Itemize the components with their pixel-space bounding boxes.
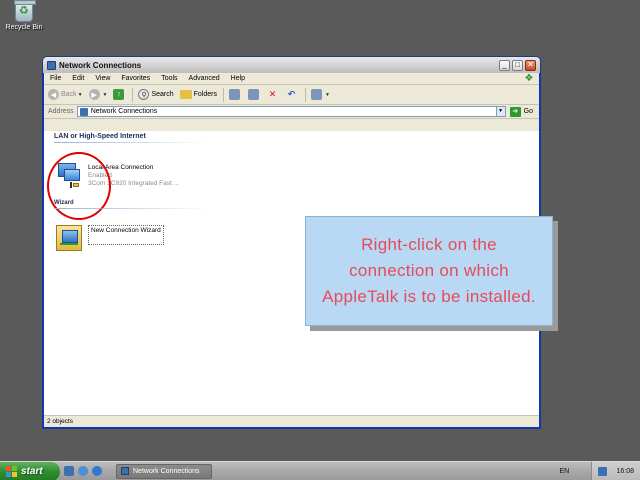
address-value: Network Connections bbox=[90, 108, 158, 115]
menu-advanced[interactable]: Advanced bbox=[189, 75, 220, 82]
views-icon bbox=[311, 89, 322, 100]
toolbar-separator bbox=[132, 87, 134, 102]
folders-label: Folders bbox=[193, 91, 217, 98]
status-text: 2 objects bbox=[47, 418, 74, 425]
taskbar: start Network Connections EN 16:08 bbox=[0, 461, 640, 480]
menu-favorites[interactable]: Favorites bbox=[121, 75, 150, 82]
window-body: File Edit View Favorites Tools Advanced … bbox=[44, 73, 553, 427]
search-button[interactable]: ⚲ Search bbox=[138, 89, 174, 100]
menu-file[interactable]: File bbox=[50, 75, 61, 82]
maximize-button[interactable]: □ bbox=[512, 59, 523, 71]
delete-button[interactable]: ✕ bbox=[267, 89, 280, 100]
clock[interactable]: 16:08 bbox=[616, 468, 634, 475]
window-titlebar[interactable]: Network Connections _ □ ✕ bbox=[43, 57, 540, 73]
search-label: Search bbox=[151, 91, 174, 98]
forward-button[interactable]: ▶ ▼ bbox=[88, 89, 108, 100]
address-bar: Address Network Connections ▼ ➜ Go bbox=[44, 105, 539, 119]
undo-button[interactable]: ↶ bbox=[286, 89, 299, 100]
taskbar-button-label: Network Connections bbox=[133, 467, 200, 475]
go-arrow-icon: ➜ bbox=[509, 106, 521, 117]
forward-dropdown-icon: ▼ bbox=[102, 91, 108, 98]
back-button[interactable]: ◀ Back ▼ bbox=[48, 89, 83, 100]
back-dropdown-icon: ▼ bbox=[77, 91, 83, 98]
status-bar: 2 objects bbox=[44, 415, 539, 427]
start-button[interactable]: start bbox=[0, 461, 60, 480]
back-arrow-icon: ◀ bbox=[48, 89, 59, 100]
group-divider bbox=[54, 142, 209, 143]
windows-flag-icon bbox=[6, 465, 17, 477]
group-divider bbox=[54, 208, 209, 209]
wizard-name: New Connection Wizard bbox=[88, 225, 164, 245]
address-label: Address bbox=[48, 108, 74, 115]
go-label: Go bbox=[523, 108, 533, 115]
media-player-icon[interactable] bbox=[92, 466, 102, 476]
network-tray-icon[interactable] bbox=[598, 466, 608, 476]
windows-logo-icon: ❖ bbox=[524, 73, 534, 84]
menu-help[interactable]: Help bbox=[231, 75, 245, 82]
undo-icon: ↶ bbox=[287, 89, 296, 99]
group-header-wizard: Wizard bbox=[54, 200, 74, 206]
recycle-bin-label: Recycle Bin bbox=[5, 24, 43, 31]
up-folder-button[interactable]: ↑ bbox=[113, 89, 126, 100]
minimize-button[interactable]: _ bbox=[499, 59, 510, 71]
start-label: start bbox=[21, 465, 43, 477]
notification-area: 16:08 bbox=[591, 461, 640, 480]
annotation-circle bbox=[47, 152, 111, 220]
system-tray: EN 16:08 bbox=[559, 461, 640, 480]
menu-view[interactable]: View bbox=[95, 75, 110, 82]
network-connections-icon bbox=[121, 467, 129, 475]
quick-launch bbox=[64, 466, 106, 476]
move-to-icon bbox=[229, 89, 240, 100]
taskbar-button-network-connections[interactable]: Network Connections bbox=[116, 463, 212, 479]
group-header-lan: LAN or High-Speed Internet bbox=[54, 133, 146, 140]
forward-arrow-icon: ▶ bbox=[88, 89, 100, 100]
move-to-button[interactable] bbox=[229, 89, 242, 100]
folders-button[interactable]: Folders bbox=[179, 90, 217, 99]
menu-tools[interactable]: Tools bbox=[161, 75, 177, 82]
menu-edit[interactable]: Edit bbox=[72, 75, 84, 82]
copy-to-button[interactable] bbox=[248, 89, 261, 100]
toolbar: ◀ Back ▼ ▶ ▼ ↑ ⚲ Search Folders ✕ ↶ ▼ bbox=[44, 85, 539, 105]
new-connection-wizard-item[interactable]: New Connection Wizard bbox=[56, 225, 164, 251]
views-dropdown-icon: ▼ bbox=[325, 91, 330, 98]
close-button[interactable]: ✕ bbox=[525, 59, 536, 71]
wizard-icon bbox=[56, 225, 82, 251]
toolbar-separator bbox=[305, 87, 306, 102]
search-icon: ⚲ bbox=[138, 89, 150, 100]
recycle-bin-desktop-icon[interactable]: Recycle Bin bbox=[4, 0, 44, 31]
window-title: Network Connections bbox=[59, 60, 142, 70]
language-indicator[interactable]: EN bbox=[559, 468, 573, 475]
network-connections-icon bbox=[79, 107, 88, 116]
copy-to-icon bbox=[248, 89, 259, 100]
instruction-callout: Right-click on the connection on which A… bbox=[305, 216, 553, 326]
show-desktop-icon[interactable] bbox=[64, 466, 74, 476]
address-dropdown-icon[interactable]: ▼ bbox=[495, 107, 505, 116]
network-connections-icon bbox=[47, 60, 56, 70]
file-list-pane: LAN or High-Speed Internet Local Area Co… bbox=[44, 131, 553, 415]
folders-icon bbox=[179, 90, 192, 99]
up-folder-icon: ↑ bbox=[113, 89, 125, 100]
go-button[interactable]: ➜ Go bbox=[509, 106, 533, 117]
views-button[interactable]: ▼ bbox=[311, 89, 330, 100]
internet-explorer-icon[interactable] bbox=[78, 466, 88, 476]
delete-icon: ✕ bbox=[268, 89, 277, 99]
instruction-text: Right-click on the connection on which A… bbox=[322, 235, 536, 306]
network-connections-window: Network Connections _ □ ✕ File Edit View… bbox=[42, 56, 553, 429]
menubar: File Edit View Favorites Tools Advanced … bbox=[44, 73, 539, 85]
recycle-bin-icon bbox=[14, 0, 36, 22]
toolbar-separator bbox=[223, 87, 224, 102]
address-input[interactable]: Network Connections ▼ bbox=[76, 106, 506, 117]
back-label: Back bbox=[61, 91, 77, 98]
